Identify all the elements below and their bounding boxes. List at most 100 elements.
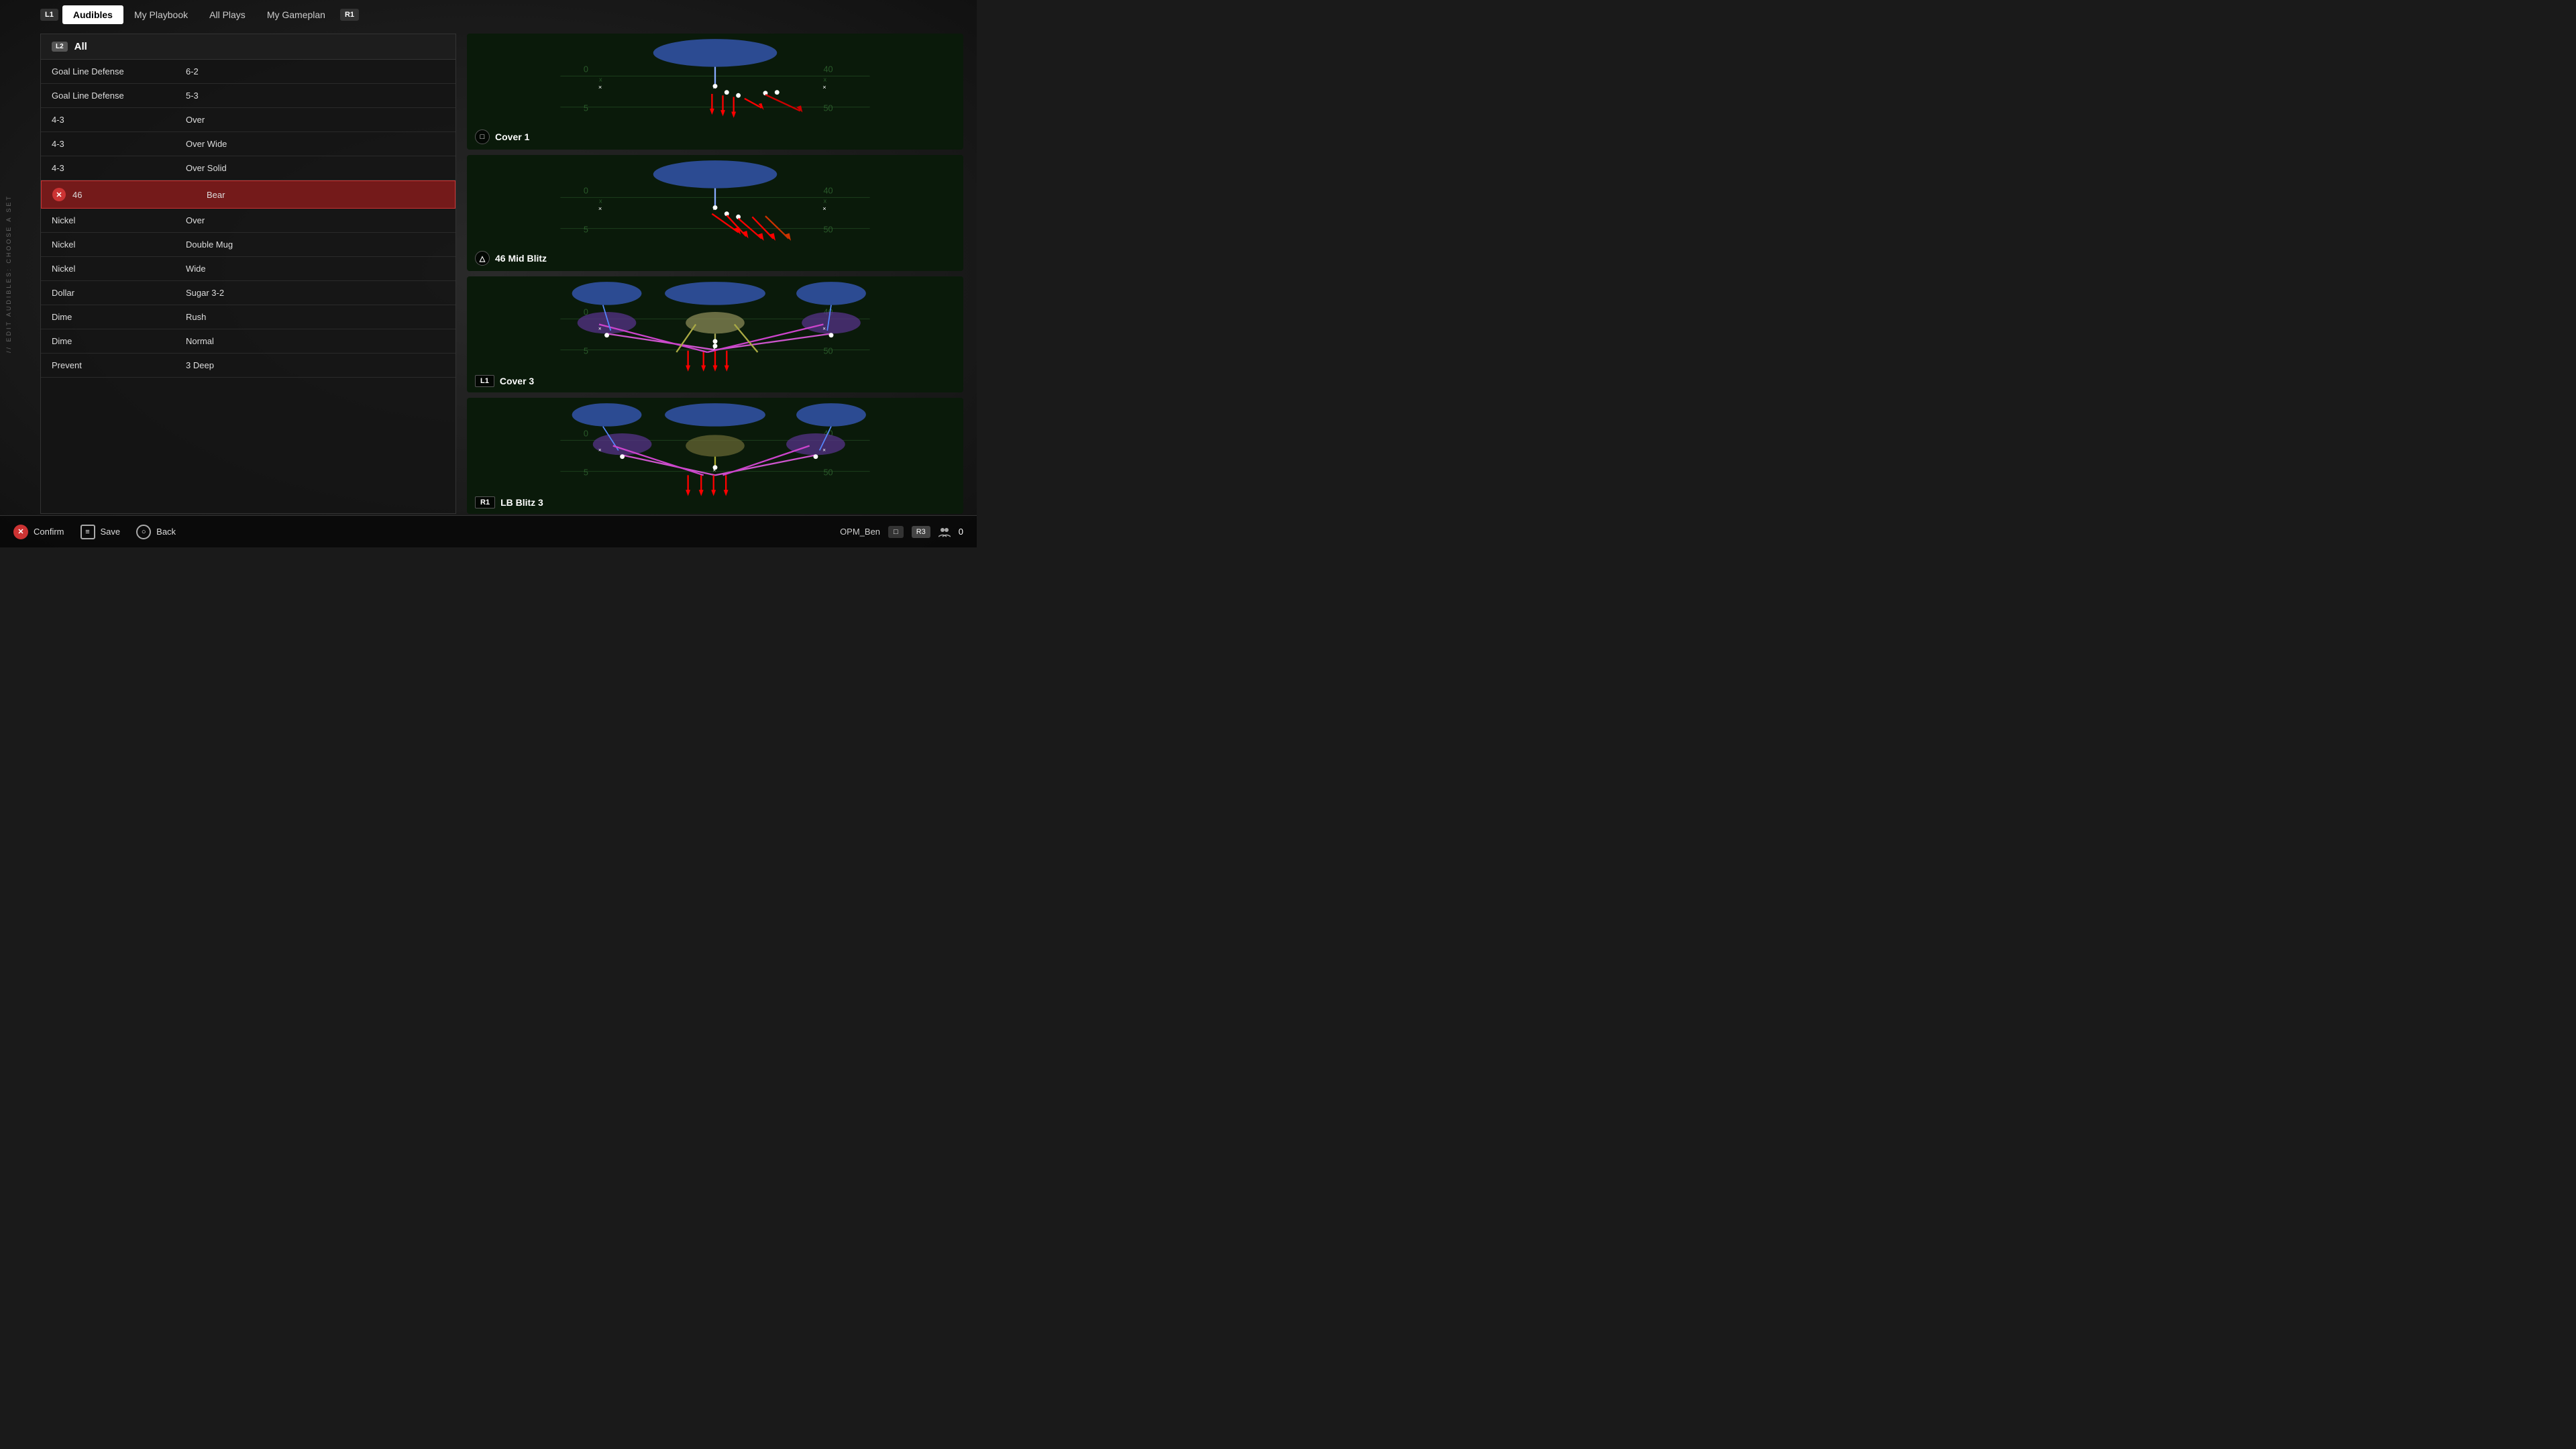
cover1-badge: □ xyxy=(475,129,490,144)
list-item[interactable]: Goal Line Defense6-2 xyxy=(41,60,455,84)
play-name-label: Over xyxy=(186,115,445,125)
main-content: L2 All Goal Line Defense6-2Goal Line Def… xyxy=(40,34,963,514)
play-list-items: Goal Line Defense6-2Goal Line Defense5-3… xyxy=(41,60,455,378)
list-item[interactable]: DimeNormal xyxy=(41,329,455,354)
svg-text:×: × xyxy=(822,447,826,453)
list-item[interactable]: Prevent3 Deep xyxy=(41,354,455,378)
play-name-label: 3 Deep xyxy=(186,360,445,370)
svg-text:0: 0 xyxy=(584,429,588,439)
formation-label: 4-3 xyxy=(52,139,186,149)
play-name-label: 6-2 xyxy=(186,66,445,76)
play-list-header: L2 All xyxy=(41,34,455,60)
svg-text:40: 40 xyxy=(823,65,833,74)
r3-badge: R3 xyxy=(912,526,930,538)
play-card-46midblitz[interactable]: 0 40 5 50 x x × × × xyxy=(467,155,963,271)
play-name-label: Wide xyxy=(186,264,445,274)
play-card-cover1[interactable]: 0 40 5 50 x x × × × xyxy=(467,34,963,150)
tab-my-playbook[interactable]: My Playbook xyxy=(123,5,199,24)
bottom-bar: ✕ Confirm ≡ Save ○ Back OPM_Ben □ R3 0 xyxy=(0,515,977,547)
confirm-label: Confirm xyxy=(34,527,64,537)
controller-icon: □ xyxy=(888,526,904,538)
formation-label: Dime xyxy=(52,336,186,346)
formation-label: Goal Line Defense xyxy=(52,66,186,76)
lblitz3-name: LB Blitz 3 xyxy=(500,497,543,508)
46midblitz-badge: △ xyxy=(475,251,490,266)
play-name-label: Over Solid xyxy=(186,163,445,173)
svg-text:40: 40 xyxy=(823,186,833,196)
list-item[interactable]: 4-3Over Wide xyxy=(41,132,455,156)
play-card-cover3[interactable]: 0 40 5 50 × xyxy=(467,276,963,392)
tab-my-gameplan[interactable]: My Gameplan xyxy=(256,5,336,24)
list-item[interactable]: Goal Line Defense5-3 xyxy=(41,84,455,108)
svg-text:5: 5 xyxy=(584,346,588,356)
l2-badge: L2 xyxy=(52,42,68,52)
svg-text:0: 0 xyxy=(584,186,588,196)
confirm-action[interactable]: ✕ Confirm xyxy=(13,525,64,539)
formation-label: Nickel xyxy=(52,239,186,250)
svg-text:50: 50 xyxy=(823,468,833,477)
svg-text:5: 5 xyxy=(584,103,588,113)
r1-badge: R1 xyxy=(340,9,359,21)
x-icon: ✕ xyxy=(52,188,66,201)
back-label: Back xyxy=(156,527,176,537)
friends-count: 0 xyxy=(959,527,963,537)
tab-all-plays[interactable]: All Plays xyxy=(199,5,256,24)
list-item[interactable]: NickelWide xyxy=(41,257,455,281)
svg-text:x: x xyxy=(599,76,602,83)
cover1-name: Cover 1 xyxy=(495,131,529,142)
svg-text:50: 50 xyxy=(823,225,833,234)
list-item[interactable]: DollarSugar 3-2 xyxy=(41,281,455,305)
top-navigation: L1 Audibles My Playbook All Plays My Gam… xyxy=(40,5,363,24)
svg-text:×: × xyxy=(713,468,716,474)
lblitz3-label: R1 LB Blitz 3 xyxy=(475,496,543,508)
cover3-name: Cover 3 xyxy=(500,376,534,386)
play-name-label: 5-3 xyxy=(186,91,445,101)
tab-audibles[interactable]: Audibles xyxy=(62,5,123,24)
people-icon xyxy=(938,526,951,538)
svg-text:5: 5 xyxy=(584,225,588,234)
formation-label: 4-3 xyxy=(52,163,186,173)
circle-button-icon: ○ xyxy=(136,525,151,539)
play-name-label: Bear xyxy=(207,190,444,200)
lblitz3-badge: R1 xyxy=(475,496,495,508)
formation-label: Prevent xyxy=(52,360,186,370)
square-button-icon: ≡ xyxy=(80,525,95,539)
play-preview-panel: 0 40 5 50 x x × × × xyxy=(467,34,963,514)
svg-text:50: 50 xyxy=(823,346,833,356)
svg-text:x: x xyxy=(823,198,826,205)
list-item[interactable]: DimeRush xyxy=(41,305,455,329)
svg-text:50: 50 xyxy=(823,103,833,113)
save-label: Save xyxy=(101,527,121,537)
cover1-label: □ Cover 1 xyxy=(475,129,529,144)
play-list-panel: L2 All Goal Line Defense6-2Goal Line Def… xyxy=(40,34,456,514)
svg-text:×: × xyxy=(822,326,826,332)
svg-text:×: × xyxy=(598,205,602,212)
svg-text:0: 0 xyxy=(584,65,588,74)
play-card-lblitz3[interactable]: 0 40 5 50 × xyxy=(467,398,963,514)
list-item[interactable]: ✕ 46Bear xyxy=(41,180,455,209)
side-label: // EDIT AUDIBLES: CHOOSE A SET xyxy=(5,195,12,353)
svg-text:×: × xyxy=(822,84,826,91)
cover3-badge: L1 xyxy=(475,375,494,387)
play-name-label: Sugar 3-2 xyxy=(186,288,445,298)
svg-text:×: × xyxy=(598,84,602,91)
formation-label: Nickel xyxy=(52,215,186,225)
list-item[interactable]: 4-3Over Solid xyxy=(41,156,455,180)
46midblitz-label: △ 46 Mid Blitz xyxy=(475,251,547,266)
svg-text:×: × xyxy=(598,447,602,453)
list-item[interactable]: 4-3Over xyxy=(41,108,455,132)
list-item[interactable]: NickelDouble Mug xyxy=(41,233,455,257)
save-action[interactable]: ≡ Save xyxy=(80,525,121,539)
svg-text:×: × xyxy=(598,326,602,332)
46midblitz-name: 46 Mid Blitz xyxy=(495,253,547,264)
play-name-label: Double Mug xyxy=(186,239,445,250)
formation-label: 46 xyxy=(72,190,207,200)
list-item[interactable]: NickelOver xyxy=(41,209,455,233)
play-name-label: Over xyxy=(186,215,445,225)
svg-text:×: × xyxy=(713,84,716,91)
formation-label: Goal Line Defense xyxy=(52,91,186,101)
x-button-icon: ✕ xyxy=(13,525,28,539)
svg-text:×: × xyxy=(713,205,716,212)
back-action[interactable]: ○ Back xyxy=(136,525,176,539)
svg-text:5: 5 xyxy=(584,468,588,477)
